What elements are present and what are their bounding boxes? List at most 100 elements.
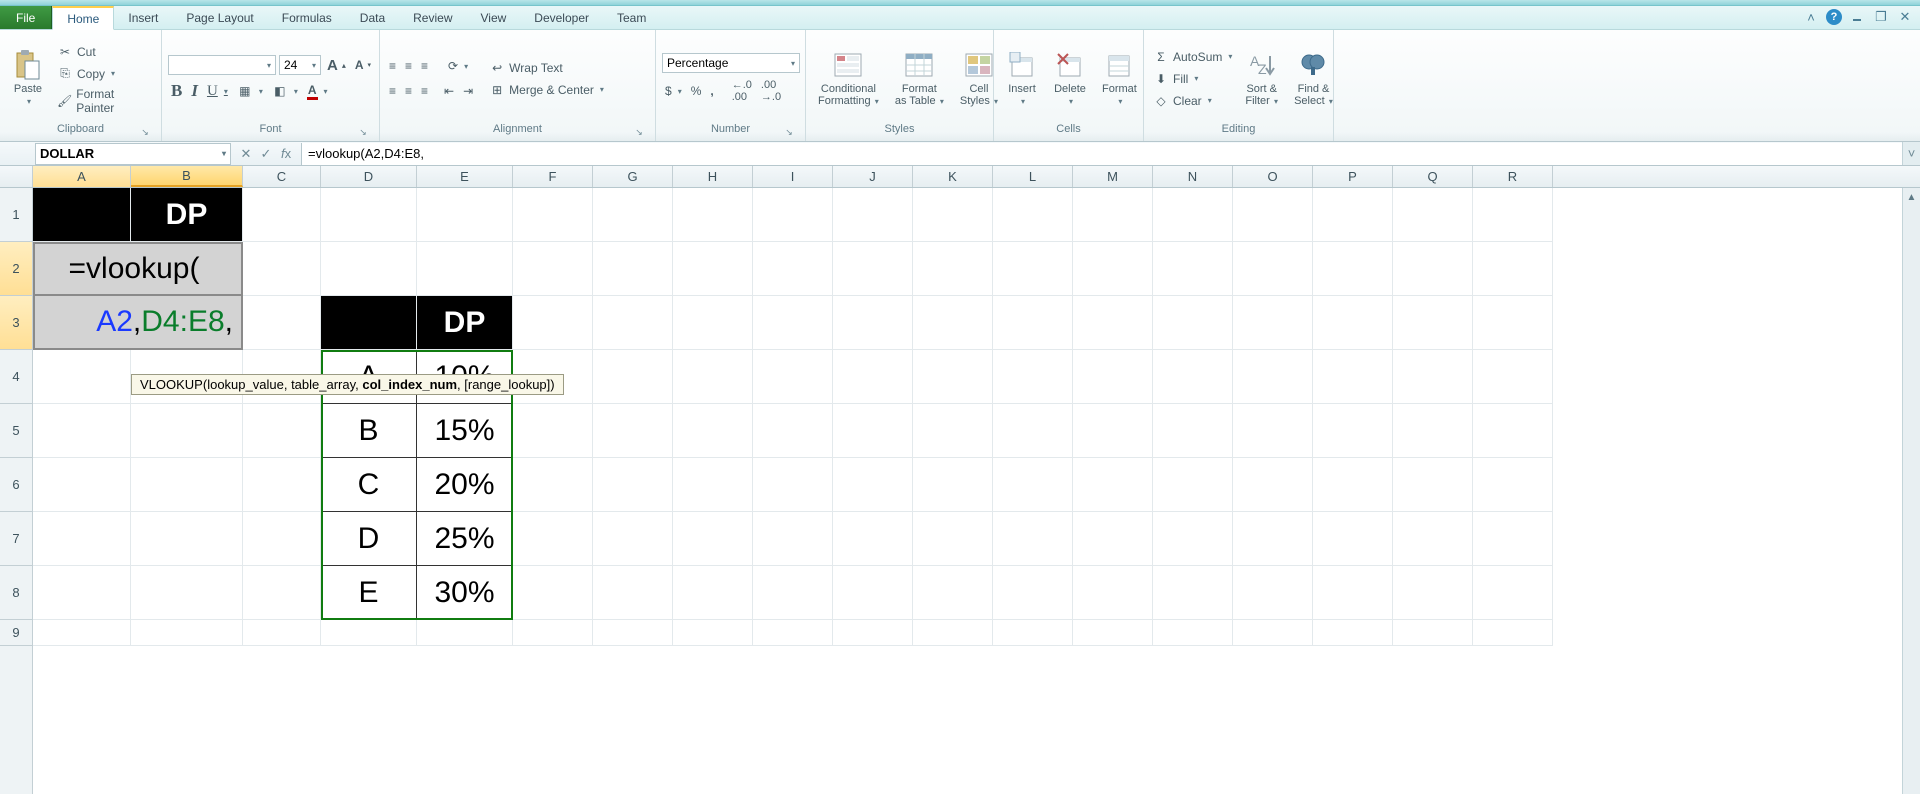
cell-C5[interactable] (243, 404, 321, 458)
name-box[interactable]: DOLLAR ▾ (35, 143, 231, 165)
formula-enter-icon[interactable]: ✓ (257, 146, 275, 162)
function-tooltip[interactable]: VLOOKUP(lookup_value, table_array, col_i… (131, 374, 564, 395)
cell-O2[interactable] (1233, 242, 1313, 296)
cell-N6[interactable] (1153, 458, 1233, 512)
cell-R7[interactable] (1473, 512, 1553, 566)
clear-button[interactable]: ◇Clear▾ (1150, 91, 1235, 111)
cell-B9[interactable] (131, 620, 243, 646)
cell-M8[interactable] (1073, 566, 1153, 620)
tooltip-arg4[interactable]: [range_lookup] (464, 377, 550, 392)
cell-M7[interactable] (1073, 512, 1153, 566)
tab-insert[interactable]: Insert (114, 6, 172, 29)
cell-M5[interactable] (1073, 404, 1153, 458)
window-restore-icon[interactable]: ❐ (1872, 8, 1890, 26)
cell-H9[interactable] (673, 620, 753, 646)
cell-J3[interactable] (833, 296, 913, 350)
cell-O9[interactable] (1233, 620, 1313, 646)
cell-D7[interactable]: D (321, 512, 417, 566)
cell-L3[interactable] (993, 296, 1073, 350)
cell-G3[interactable] (593, 296, 673, 350)
cell-N8[interactable] (1153, 566, 1233, 620)
cell-B7[interactable] (131, 512, 243, 566)
col-header-G[interactable]: G (593, 166, 673, 187)
cell-R6[interactable] (1473, 458, 1553, 512)
align-middle-button[interactable]: ≡ (402, 56, 415, 76)
cell-K2[interactable] (913, 242, 993, 296)
row-header-5[interactable]: 5 (0, 404, 32, 458)
cell-K7[interactable] (913, 512, 993, 566)
cell-A5[interactable] (33, 404, 131, 458)
fill-color-button[interactable]: ◧▾ (269, 81, 301, 101)
cell-Q7[interactable] (1393, 512, 1473, 566)
cell-I7[interactable] (753, 512, 833, 566)
align-top-button[interactable]: ≡ (386, 56, 399, 76)
cell-J6[interactable] (833, 458, 913, 512)
orientation-button[interactable]: ⟳▾ (445, 56, 471, 76)
cell-B2-editing-overflow[interactable]: A2,D4:E8, (33, 296, 243, 350)
cell-I8[interactable] (753, 566, 833, 620)
font-family-combo[interactable]: ▾ (168, 55, 276, 75)
cell-H5[interactable] (673, 404, 753, 458)
cell-N3[interactable] (1153, 296, 1233, 350)
cell-H3[interactable] (673, 296, 753, 350)
cell-H7[interactable] (673, 512, 753, 566)
cell-K5[interactable] (913, 404, 993, 458)
cell-F2[interactable] (513, 242, 593, 296)
find-select-button[interactable]: Find & Select ▾ (1288, 47, 1339, 110)
percent-format-button[interactable]: % (688, 81, 705, 101)
cell-M1[interactable] (1073, 188, 1153, 242)
cell-N9[interactable] (1153, 620, 1233, 646)
grow-font-button[interactable]: A▴ (324, 55, 349, 75)
cell-Q1[interactable] (1393, 188, 1473, 242)
cell-P9[interactable] (1313, 620, 1393, 646)
cell-K1[interactable] (913, 188, 993, 242)
cell-N1[interactable] (1153, 188, 1233, 242)
cell-C6[interactable] (243, 458, 321, 512)
tab-home[interactable]: Home (52, 6, 114, 30)
cell-M4[interactable] (1073, 350, 1153, 404)
col-header-N[interactable]: N (1153, 166, 1233, 187)
insert-cells-button[interactable]: Insert▾ (1000, 47, 1044, 110)
col-header-O[interactable]: O (1233, 166, 1313, 187)
cell-G5[interactable] (593, 404, 673, 458)
cell-R5[interactable] (1473, 404, 1553, 458)
cell-N2[interactable] (1153, 242, 1233, 296)
cell-J5[interactable] (833, 404, 913, 458)
cell-Q6[interactable] (1393, 458, 1473, 512)
increase-decimal-button[interactable]: ←.0.00 (729, 78, 755, 104)
help-icon[interactable]: ? (1826, 9, 1842, 25)
increase-indent-button[interactable]: ⇥ (460, 81, 476, 101)
tab-page-layout[interactable]: Page Layout (172, 6, 267, 29)
col-header-M[interactable]: M (1073, 166, 1153, 187)
cell-P8[interactable] (1313, 566, 1393, 620)
select-all-corner[interactable] (0, 166, 33, 187)
row-header-2[interactable]: 2 (0, 242, 32, 296)
cell-R9[interactable] (1473, 620, 1553, 646)
cell-P1[interactable] (1313, 188, 1393, 242)
tab-developer[interactable]: Developer (520, 6, 603, 29)
cell-E1[interactable] (417, 188, 513, 242)
tooltip-arg3[interactable]: col_index_num (362, 377, 457, 392)
cell-L4[interactable] (993, 350, 1073, 404)
row-header-4[interactable]: 4 (0, 350, 32, 404)
cell-A6[interactable] (33, 458, 131, 512)
font-color-button[interactable]: A▾ (304, 81, 331, 101)
cell-O8[interactable] (1233, 566, 1313, 620)
number-format-combo[interactable]: Percentage▾ (662, 53, 800, 73)
cell-N7[interactable] (1153, 512, 1233, 566)
cell-C8[interactable] (243, 566, 321, 620)
cell-J4[interactable] (833, 350, 913, 404)
cell-R2[interactable] (1473, 242, 1553, 296)
row-header-8[interactable]: 8 (0, 566, 32, 620)
cell-D5[interactable]: B (321, 404, 417, 458)
cell-E8[interactable]: 30% (417, 566, 513, 620)
cell-J7[interactable] (833, 512, 913, 566)
col-header-R[interactable]: R (1473, 166, 1553, 187)
cell-L8[interactable] (993, 566, 1073, 620)
cell-R8[interactable] (1473, 566, 1553, 620)
col-header-I[interactable]: I (753, 166, 833, 187)
tab-view[interactable]: View (467, 6, 521, 29)
cell-P3[interactable] (1313, 296, 1393, 350)
cell-K9[interactable] (913, 620, 993, 646)
comma-format-button[interactable]: , (707, 81, 716, 101)
